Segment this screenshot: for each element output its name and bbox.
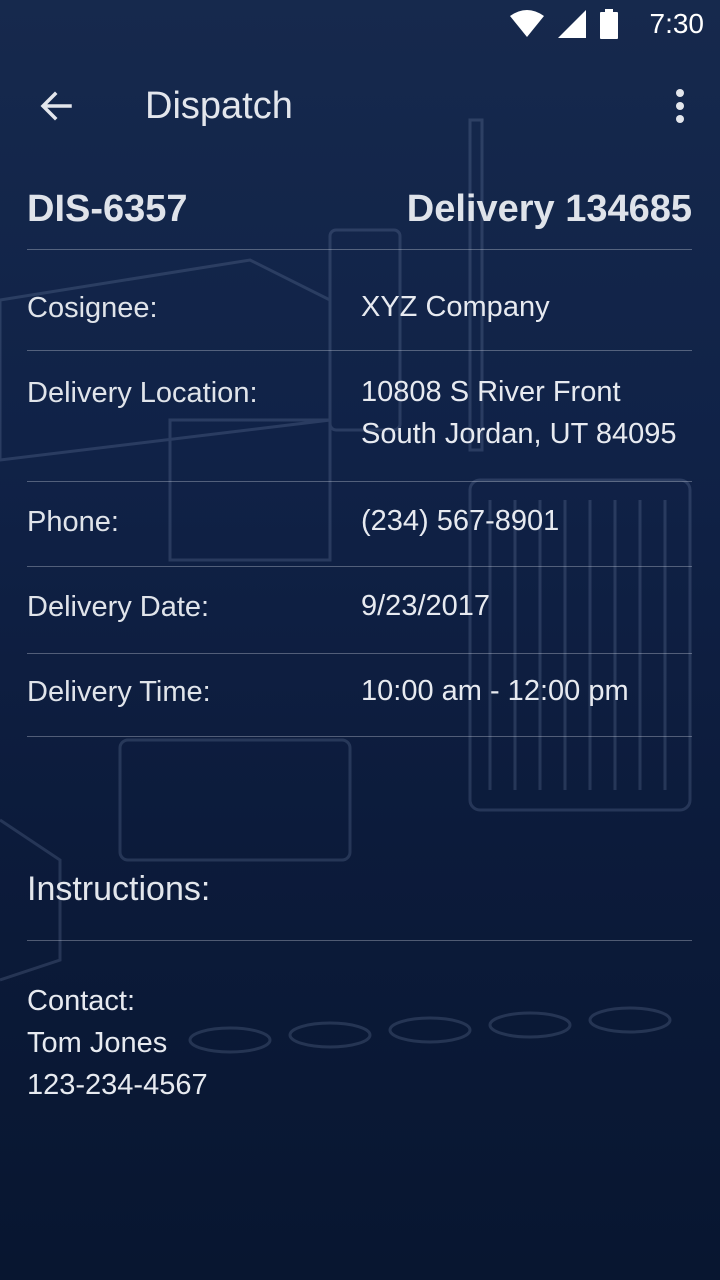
detail-label: Cosignee: <box>27 292 158 324</box>
detail-value: 10:00 am - 12:00 pm <box>361 675 629 707</box>
detail-value-line2: South Jordan, UT 84095 <box>361 418 677 450</box>
contact-label: Contact: <box>27 985 135 1017</box>
detail-value: 9/23/2017 <box>361 590 491 622</box>
clock: 7:30 <box>649 8 705 39</box>
contact-name: Tom Jones <box>27 1027 168 1059</box>
detail-label: Delivery Date: <box>27 591 210 623</box>
cell-signal-icon <box>557 10 586 38</box>
detail-row-date: Delivery Date: 9/23/2017 <box>27 567 692 654</box>
arrow-left-icon <box>40 91 72 121</box>
detail-label: Phone: <box>27 506 119 538</box>
delivery-number: Delivery 134685 <box>406 188 692 230</box>
detail-label: Delivery Location: <box>27 377 258 409</box>
overflow-menu-button[interactable] <box>660 82 700 130</box>
back-button[interactable] <box>24 82 88 130</box>
dispatch-screen: 7:30 Dispatch DIS-6357 Delivery 134685 C… <box>0 0 720 1280</box>
contact-block: Contact: Tom Jones 123-234-4567 <box>27 980 208 1106</box>
more-vert-icon <box>676 89 684 123</box>
contact-phone[interactable]: 123-234-4567 <box>27 1064 208 1106</box>
detail-row-location: Delivery Location: 10808 S River Front S… <box>27 351 692 482</box>
dispatch-id: DIS-6357 <box>27 188 188 230</box>
detail-row-consignee: Cosignee: XYZ Company <box>27 250 692 351</box>
detail-label: Delivery Time: <box>27 676 211 708</box>
page-title: Dispatch <box>145 85 293 127</box>
detail-row-time: Delivery Time: 10:00 am - 12:00 pm <box>27 654 692 737</box>
instructions-title: Instructions: <box>27 870 211 908</box>
battery-icon <box>599 9 618 39</box>
detail-value: XYZ Company <box>361 291 550 323</box>
app-bar: Dispatch <box>0 58 720 154</box>
instructions-section: Instructions: <box>27 866 692 941</box>
dispatch-details: DIS-6357 Delivery 134685 Cosignee: XYZ C… <box>27 170 692 737</box>
status-bar: 7:30 <box>0 0 720 48</box>
detail-value[interactable]: (234) 567-8901 <box>361 500 559 542</box>
wifi-icon <box>509 10 544 37</box>
detail-row-phone: Phone: (234) 567-8901 <box>27 482 692 567</box>
dispatch-header: DIS-6357 Delivery 134685 <box>27 170 692 250</box>
detail-value-line1: 10808 S River Front <box>361 376 621 408</box>
